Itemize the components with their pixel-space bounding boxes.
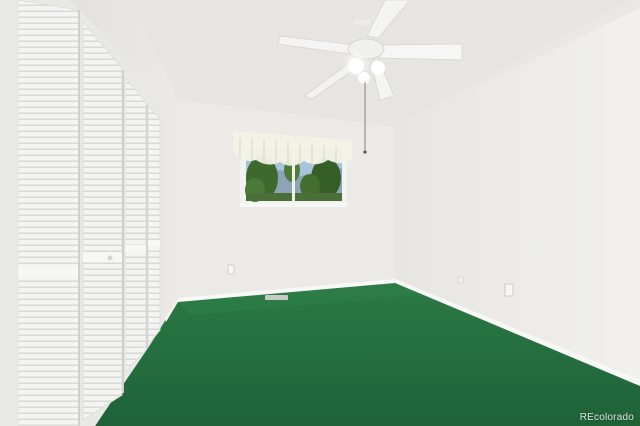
closet-knob	[107, 255, 113, 261]
room-photo: REcolorado	[0, 0, 640, 426]
wall-outlet	[457, 276, 464, 284]
wall-outlet	[504, 283, 514, 297]
window	[233, 131, 352, 207]
floor-vent	[265, 295, 288, 300]
watermark-text: REcolorado	[579, 412, 634, 423]
wall-outlet	[227, 264, 235, 275]
